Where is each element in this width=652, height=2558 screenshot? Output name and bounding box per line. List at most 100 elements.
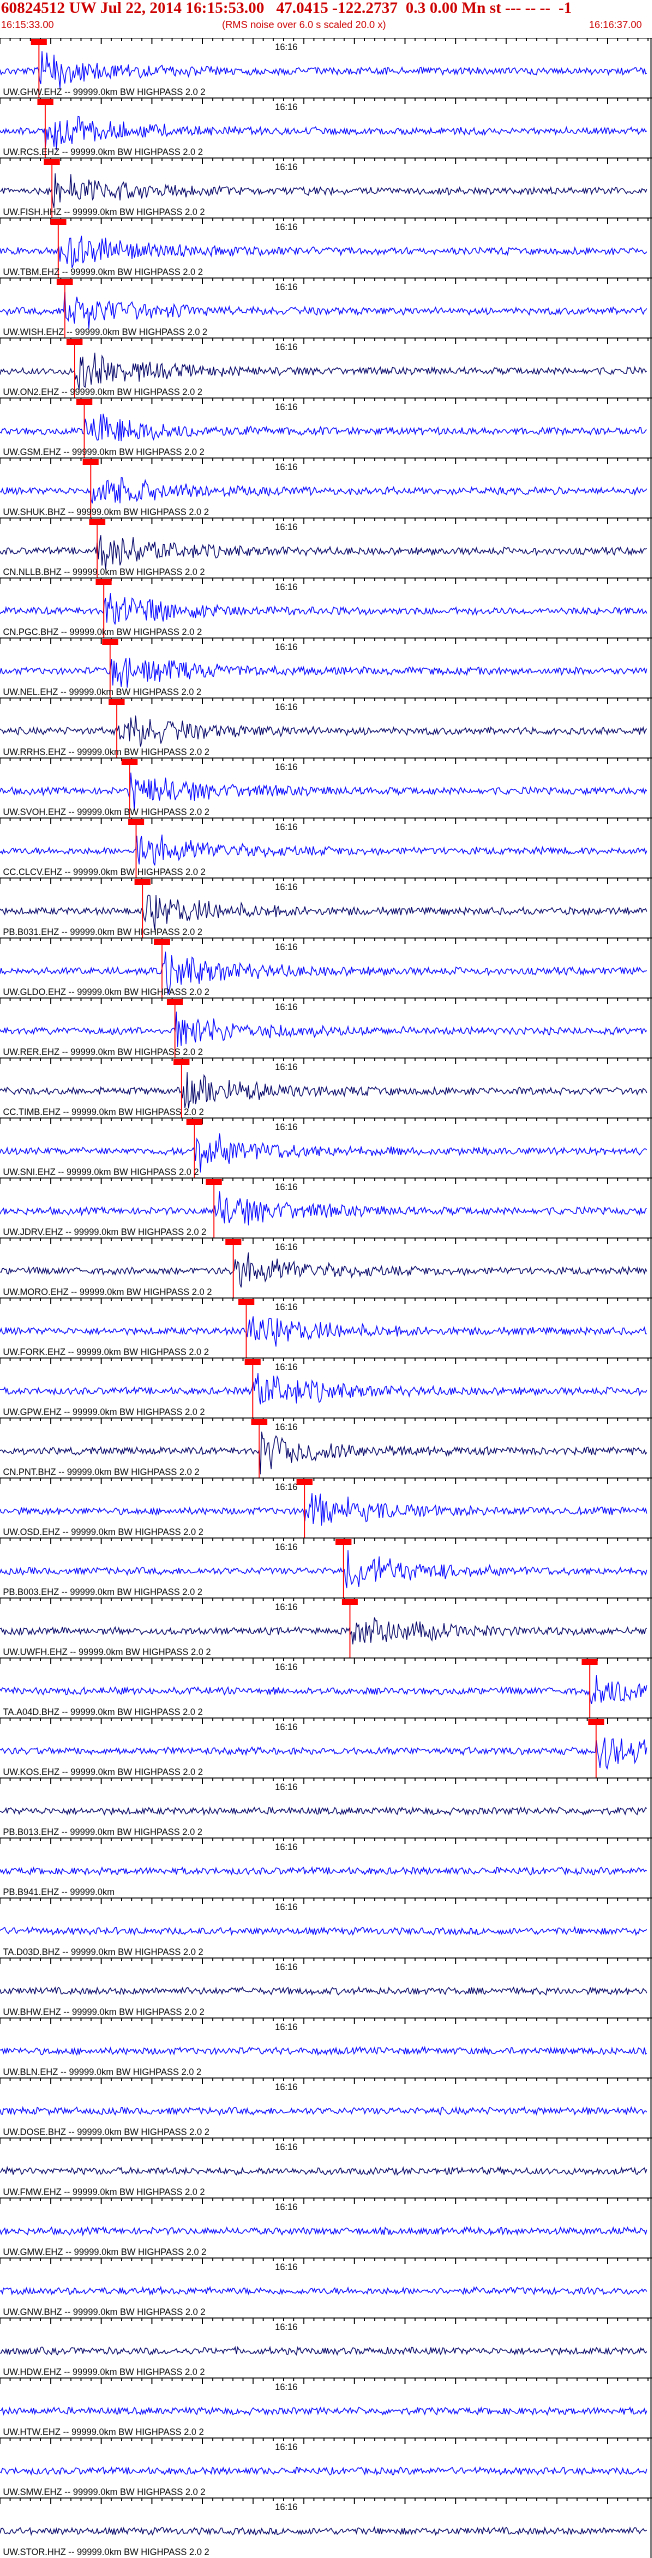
waveform: [0, 1925, 648, 1937]
trace-row: 16:16 CN.PGC.BHZ -- 99999.0km BW HIGHPASS…: [0, 577, 652, 638]
trace-label: UW.BLN.EHZ -- 99999.0km BW HIGHPASS 2.0 …: [3, 2067, 201, 2077]
trace-row: 16:16 UW.HTW.EHZ -- 99999.0km BW HIGHPASS…: [0, 2377, 652, 2437]
trace-label: UW.WISH.EHZ -- 99999.0km BW HIGHPASS 2.0…: [3, 327, 207, 337]
tick-label: 16:16: [275, 762, 298, 772]
waveform: [0, 657, 648, 688]
tick-label: 16:16: [275, 882, 298, 892]
trace-label: CN.PGC.BHZ -- 99999.0km BW HIGHPASS 2.0 …: [3, 627, 202, 637]
trace-row: 16:16 UW.SMW.EHZ -- 99999.0km BW HIGHPASS…: [0, 2437, 652, 2497]
trace-label: UW.BHW.EHZ -- 99999.0km BW HIGHPASS 2.0 …: [3, 2007, 204, 2017]
rms-note: (RMS noise over 6.0 s scaled 20.0 x): [222, 20, 386, 31]
tick-label: 16:16: [275, 462, 298, 472]
trace-row: 16:16 CN.NLLB.BHZ -- 99999.0km BW HIGHPAS…: [0, 517, 652, 578]
trace-label: UW.SNI.EHZ -- 99999.0km BW HIGHPASS 2.0 …: [3, 1167, 199, 1177]
trace-label: UW.DOSE.BHZ -- 99999.0km BW HIGHPASS 2.0…: [3, 2127, 209, 2137]
waveform: [0, 2466, 648, 2476]
waveform: [0, 115, 648, 151]
trace-row: 16:16 UW.SVOH.EHZ -- 99999.0km BW HIGHPAS…: [0, 757, 652, 818]
tick-label: 16:16: [275, 2082, 298, 2092]
tick-label: 16:16: [275, 1002, 298, 1012]
trace-label: UW.RCS.EHZ -- 99999.0km BW HIGHPASS 2.0 …: [3, 147, 203, 157]
trace-row: 16:16 UW.WISH.EHZ -- 99999.0km BW HIGHPAS…: [0, 277, 652, 338]
tick-label: 16:16: [275, 702, 298, 712]
trace-label: PB.B003.EHZ -- 99999.0km BW HIGHPASS 2.0…: [3, 1587, 202, 1597]
plot-header: 60824512 UW Jul 22, 2014 16:15:53.00 47.…: [0, 0, 652, 38]
pick-marker: [154, 939, 170, 945]
trace-label: UW.FISH.HHZ -- 99999.0km BW HIGHPASS 2.0…: [3, 207, 205, 217]
tick-label: 16:16: [275, 2442, 298, 2452]
tick-label: 16:16: [275, 2202, 298, 2212]
pick-marker: [244, 1359, 261, 1365]
trace-label: UW.RRHS.EHZ -- 99999.0km BW HIGHPASS 2.0…: [3, 747, 209, 757]
trace-row: 16:16 UW.HDW.EHZ -- 99999.0km BW HIGHPASS…: [0, 2317, 652, 2377]
trace-label: UW.OSD.EHZ -- 99999.0km BW HIGHPASS 2.0 …: [3, 1527, 203, 1537]
waveform: [0, 1373, 648, 1405]
trace-label: UW.RER.EHZ -- 99999.0km BW HIGHPASS 2.0 …: [3, 1047, 203, 1057]
trace-row: 16:16 UW.RRHS.EHZ -- 99999.0km BW HIGHPAS…: [0, 697, 652, 758]
trace-row: 16:16 UW.FISH.HHZ -- 99999.0km BW HIGHPAS…: [0, 157, 652, 218]
start-time: 16:15:33.00: [1, 20, 54, 31]
waveform: [0, 173, 648, 208]
trace-label: UW.MORO.EHZ -- 99999.0km BW HIGHPASS 2.0…: [3, 1287, 212, 1297]
tick-label: 16:16: [275, 1602, 298, 1612]
waveform: [0, 715, 648, 747]
trace-label: CC.CLCV.EHZ -- 99999.0km BW HIGHPASS 2.0…: [3, 867, 206, 877]
trace-row: 16:16 UW.BHW.EHZ -- 99999.0km BW HIGHPASS…: [0, 1957, 652, 2017]
pick-marker: [251, 1419, 268, 1425]
waveform: [0, 1011, 648, 1048]
tick-label: 16:16: [275, 2502, 298, 2512]
pick-marker: [205, 1179, 222, 1185]
pick-marker: [128, 819, 145, 825]
trace-label: PB.B941.EHZ -- 99999.0km: [3, 1887, 115, 1897]
trace-row: 16:16 CC.TIMB.EHZ -- 99999.0km BW HIGHPAS…: [0, 1057, 652, 1118]
trace-label: UW.HDW.EHZ -- 99999.0km BW HIGHPASS 2.0 …: [3, 2367, 205, 2377]
trace-row: 16:16 TA.A04D.BHZ -- 99999.0km BW HIGHPAS…: [0, 1657, 652, 1718]
trace-row: 16:16 UW.MORO.EHZ -- 99999.0km BW HIGHPAS…: [0, 1237, 652, 1298]
trace-label: UW.UWFH.EHZ -- 99999.0km BW HIGHPASS 2.0…: [3, 1647, 211, 1657]
trace-label: UW.JDRV.EHZ -- 99999.0km BW HIGHPASS 2.0…: [3, 1227, 206, 1237]
tick-label: 16:16: [275, 1662, 298, 1672]
trace-row: 16:16 PB.B031.EHZ -- 99999.0km BW HIGHPAS…: [0, 877, 652, 938]
tick-label: 16:16: [275, 582, 298, 592]
trace-row: 16:16 UW.JDRV.EHZ -- 99999.0km BW HIGHPAS…: [0, 1177, 652, 1238]
tick-label: 16:16: [275, 2382, 298, 2392]
waveform: [0, 2406, 648, 2416]
trace-row: 16:16 UW.FMW.EHZ -- 99999.0km BW HIGHPASS…: [0, 2137, 652, 2197]
seismogram-plot: 16:16 UW.GHW.EHZ -- 99999.0km BW HIGHPASS…: [0, 38, 652, 2558]
waveform: [0, 592, 648, 625]
waveform: [0, 477, 648, 504]
waveform: [0, 772, 648, 811]
trace-row: 16:16 UW.RCS.EHZ -- 99999.0km BW HIGHPASS…: [0, 97, 652, 158]
pick-marker: [225, 1239, 242, 1245]
pick-marker: [102, 639, 119, 645]
waveform: [0, 2525, 648, 2537]
trace-label: TA.A04D.BHZ -- 99999.0km BW HIGHPASS 2.0…: [3, 1707, 203, 1717]
waveform: [0, 1806, 648, 1816]
trace-label: UW.SHUK.BHZ -- 99999.0km BW HIGHPASS 2.0…: [3, 507, 209, 517]
tick-label: 16:16: [275, 1122, 298, 1132]
trace-label: UW.GMW.EHZ -- 99999.0km BW HIGHPASS 2.0 …: [3, 2247, 206, 2257]
waveform: [0, 2285, 648, 2296]
waveform: [0, 894, 648, 931]
tick-label: 16:16: [275, 1482, 298, 1492]
tick-label: 16:16: [275, 1722, 298, 1732]
pick-marker: [581, 1659, 598, 1665]
trace-label: UW.NEL.EHZ -- 99999.0km BW HIGHPASS 2.0 …: [3, 687, 201, 697]
tick-label: 16:16: [275, 1782, 298, 1792]
trace-row: 16:16 UW.ON2.EHZ -- 99999.0km BW HIGHPASS…: [0, 337, 652, 398]
tick-label: 16:16: [275, 1242, 298, 1252]
pick-marker: [166, 999, 183, 1005]
trace-label: PB.B031.EHZ -- 99999.0km BW HIGHPASS 2.0…: [3, 927, 202, 937]
trace-label: UW.TBM.EHZ -- 99999.0km BW HIGHPASS 2.0 …: [3, 267, 203, 277]
tick-label: 16:16: [275, 1362, 298, 1372]
waveform: [0, 2045, 648, 2056]
pick-marker: [95, 579, 112, 585]
tick-label: 16:16: [275, 1542, 298, 1552]
trace-row: 16:16 UW.DOSE.BHZ -- 99999.0km BW HIGHPAS…: [0, 2077, 652, 2137]
waveform: [0, 51, 647, 89]
waveform: [0, 1737, 648, 1770]
trace-row: 16:16 UW.SHUK.BHZ -- 99999.0km BW HIGHPAS…: [0, 457, 652, 518]
pick-marker: [341, 1599, 358, 1605]
tick-label: 16:16: [275, 822, 298, 832]
pick-marker: [335, 1539, 352, 1545]
